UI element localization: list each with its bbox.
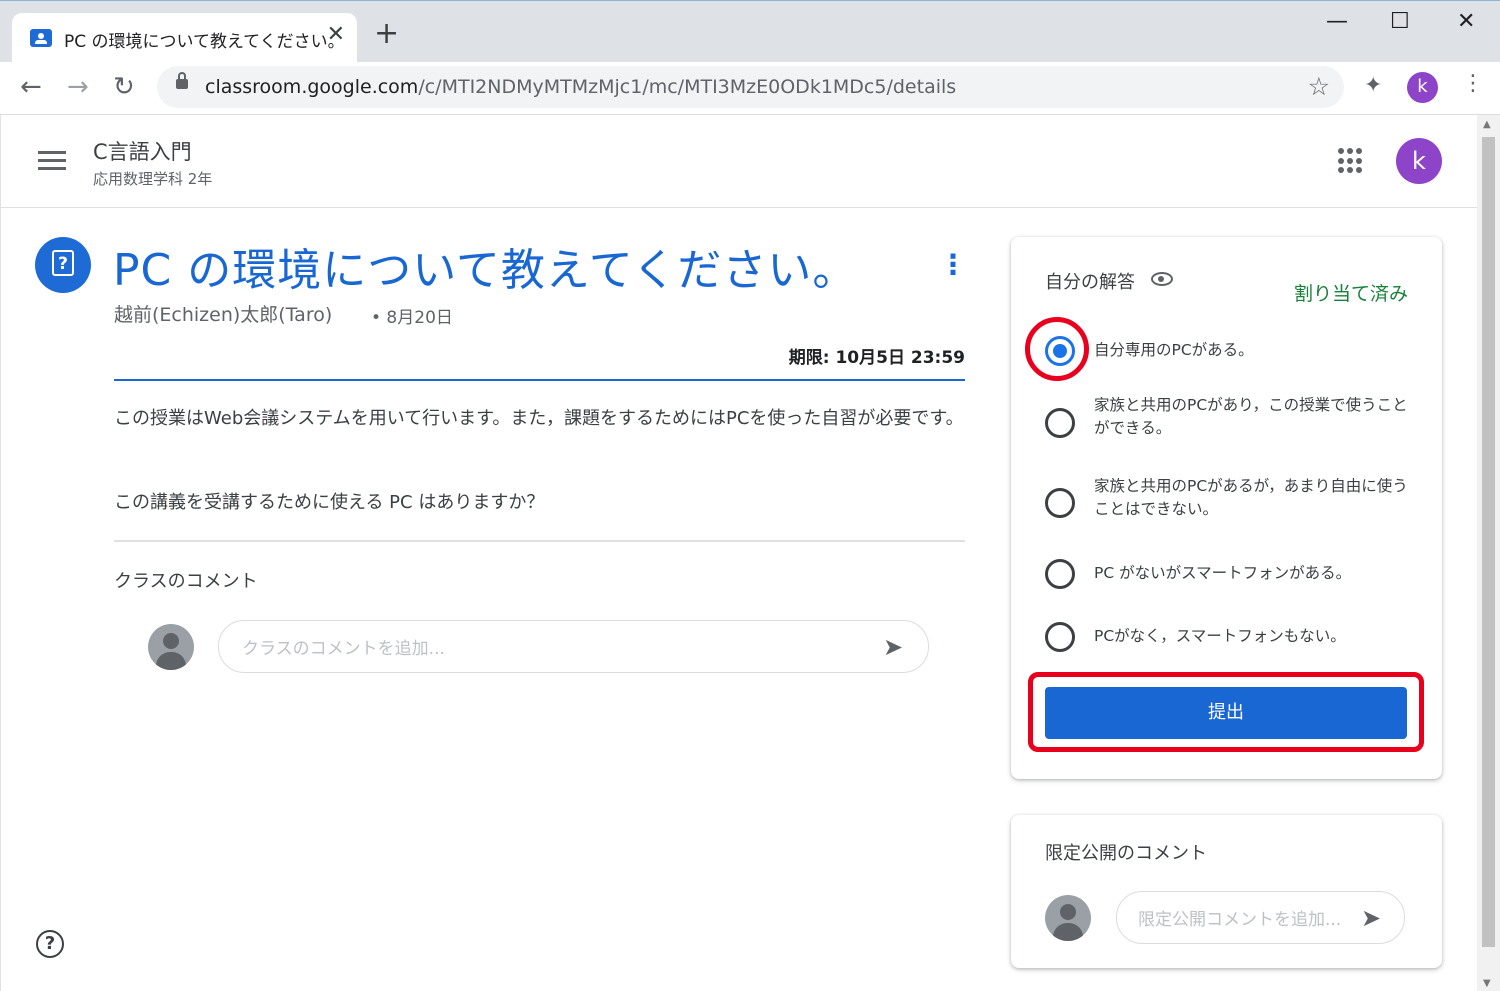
answer-option-label[interactable]: 家族と共用のPCがあるが，あまり自由に使うことはできない。 bbox=[1094, 475, 1414, 521]
account-avatar[interactable]: k bbox=[1396, 138, 1442, 184]
assignment-question: この講義を受講するために使える PC はありますか？ bbox=[114, 492, 545, 513]
answer-card-title: 自分の解答 bbox=[1045, 272, 1135, 293]
scrollbar-thumb[interactable] bbox=[1482, 137, 1495, 947]
forward-icon[interactable]: → bbox=[67, 72, 89, 102]
user-avatar-icon bbox=[1045, 895, 1091, 941]
due-date: 期限: 10月5日 23:59 bbox=[788, 348, 965, 368]
maximize-icon[interactable]: ☐ bbox=[1390, 9, 1410, 34]
extensions-icon[interactable]: ✦ bbox=[1364, 73, 1382, 98]
private-comments-card: 限定公開のコメント 限定公開コメントを追加... ➤ bbox=[1011, 815, 1442, 968]
assignment-date: • 8月20日 bbox=[371, 308, 453, 328]
browser-profile-avatar[interactable]: k bbox=[1407, 72, 1438, 103]
answer-option-label[interactable]: 自分専用のPCがある。 bbox=[1094, 339, 1414, 362]
help-icon[interactable]: ? bbox=[36, 930, 64, 958]
back-icon[interactable]: ← bbox=[20, 72, 42, 102]
tab-close-icon[interactable]: ✕ bbox=[327, 22, 345, 47]
browser-titlebar: PC の環境について教えてください。 ✕ + — ☐ ✕ bbox=[0, 0, 1500, 63]
answer-option[interactable]: PC がないがスマートフォンがある。 bbox=[1045, 559, 1415, 589]
assignment-description: この授業はWeb会議システムを用いて行います。また，課題をするためにはPCを使っ… bbox=[114, 408, 964, 429]
answer-option[interactable]: 家族と共用のPCがあり，この授業で使うことができる。 bbox=[1045, 394, 1415, 440]
assignment-title: PC の環境について教えてください。 bbox=[113, 245, 858, 296]
browser-toolbar: ← → ↻ classroom.google.com/c/MTI2NDMyMTM… bbox=[0, 62, 1500, 115]
course-title[interactable]: C言語入門 bbox=[93, 136, 192, 166]
url-path: /c/MTI2NDMyMTMzMjc1/mc/MTI3MzE0ODk1MDc5/… bbox=[418, 76, 957, 98]
assignment-status: 割り当て済み bbox=[1293, 283, 1408, 305]
browser-menu-icon[interactable]: ⋮ bbox=[1462, 71, 1484, 96]
url-text[interactable]: classroom.google.com/c/MTI2NDMyMTMzMjc1/… bbox=[205, 76, 956, 98]
class-comments-label: クラスのコメント bbox=[114, 571, 258, 592]
private-comment-placeholder: 限定公開コメントを追加... bbox=[1138, 910, 1342, 930]
more-options-icon[interactable]: ⋮ bbox=[939, 248, 967, 281]
answer-option-label[interactable]: PCがなく，スマートフォンもない。 bbox=[1094, 625, 1414, 648]
radio-button-checked[interactable] bbox=[1045, 336, 1075, 366]
new-tab-button[interactable]: + bbox=[374, 19, 399, 49]
class-comment-placeholder: クラスのコメントを追加... bbox=[242, 639, 445, 659]
question-assignment-icon bbox=[35, 237, 91, 293]
user-avatar-icon bbox=[148, 624, 194, 670]
app-header: C言語入門 応用数理学科 2年 k bbox=[1, 115, 1477, 208]
main-menu-icon[interactable] bbox=[38, 151, 66, 175]
answer-option[interactable]: 自分専用のPCがある。 bbox=[1045, 336, 1415, 366]
reload-icon[interactable]: ↻ bbox=[113, 72, 135, 102]
submit-button[interactable]: 提出 bbox=[1045, 687, 1407, 739]
minimize-icon[interactable]: — bbox=[1326, 9, 1348, 34]
google-apps-icon[interactable] bbox=[1338, 148, 1364, 174]
url-host: classroom.google.com bbox=[205, 76, 419, 98]
bookmark-star-icon[interactable]: ☆ bbox=[1308, 72, 1330, 101]
send-icon[interactable]: ➤ bbox=[883, 633, 903, 661]
course-subtitle: 応用数理学科 2年 bbox=[93, 170, 213, 188]
browser-tab[interactable]: PC の環境について教えてください。 ✕ bbox=[12, 13, 357, 63]
scroll-up-arrow-icon[interactable]: ▲ bbox=[1483, 119, 1491, 130]
send-icon[interactable]: ➤ bbox=[1361, 904, 1381, 932]
private-comment-input[interactable]: 限定公開コメントを追加... ➤ bbox=[1116, 891, 1405, 944]
radio-button[interactable] bbox=[1045, 408, 1075, 438]
visibility-eye-icon[interactable] bbox=[1151, 272, 1173, 286]
answer-option[interactable]: 家族と共用のPCがあるが，あまり自由に使うことはできない。 bbox=[1045, 475, 1415, 521]
tab-title: PC の環境について教えてください。 bbox=[64, 32, 345, 52]
answer-card: 自分の解答 割り当て済み 自分専用のPCがある。 家族と共用のPCがあり，この授… bbox=[1011, 237, 1442, 779]
classroom-favicon-icon bbox=[30, 29, 52, 47]
lock-icon[interactable] bbox=[176, 72, 188, 89]
address-bar[interactable]: classroom.google.com/c/MTI2NDMyMTMzMjc1/… bbox=[157, 66, 1344, 108]
page-scrollbar[interactable]: ▲ ▼ bbox=[1477, 115, 1500, 991]
content-divider bbox=[114, 540, 965, 542]
assignment-author: 越前(Echizen)太郎(Taro) bbox=[114, 304, 333, 326]
radio-button[interactable] bbox=[1045, 622, 1075, 652]
answer-option-label[interactable]: PC がないがスマートフォンがある。 bbox=[1094, 562, 1414, 585]
window-close-icon[interactable]: ✕ bbox=[1457, 9, 1475, 34]
title-divider bbox=[114, 379, 965, 381]
radio-button[interactable] bbox=[1045, 559, 1075, 589]
classroom-page: C言語入門 応用数理学科 2年 k PC の環境について教えてください。 ⋮ 越… bbox=[1, 115, 1477, 991]
class-comment-input[interactable]: クラスのコメントを追加... ➤ bbox=[218, 620, 929, 673]
radio-button[interactable] bbox=[1045, 488, 1075, 518]
answer-option[interactable]: PCがなく，スマートフォンもない。 bbox=[1045, 622, 1415, 652]
private-comments-title: 限定公開のコメント bbox=[1045, 843, 1207, 864]
scroll-down-arrow-icon[interactable]: ▼ bbox=[1483, 978, 1491, 989]
answer-option-label[interactable]: 家族と共用のPCがあり，この授業で使うことができる。 bbox=[1094, 394, 1414, 440]
